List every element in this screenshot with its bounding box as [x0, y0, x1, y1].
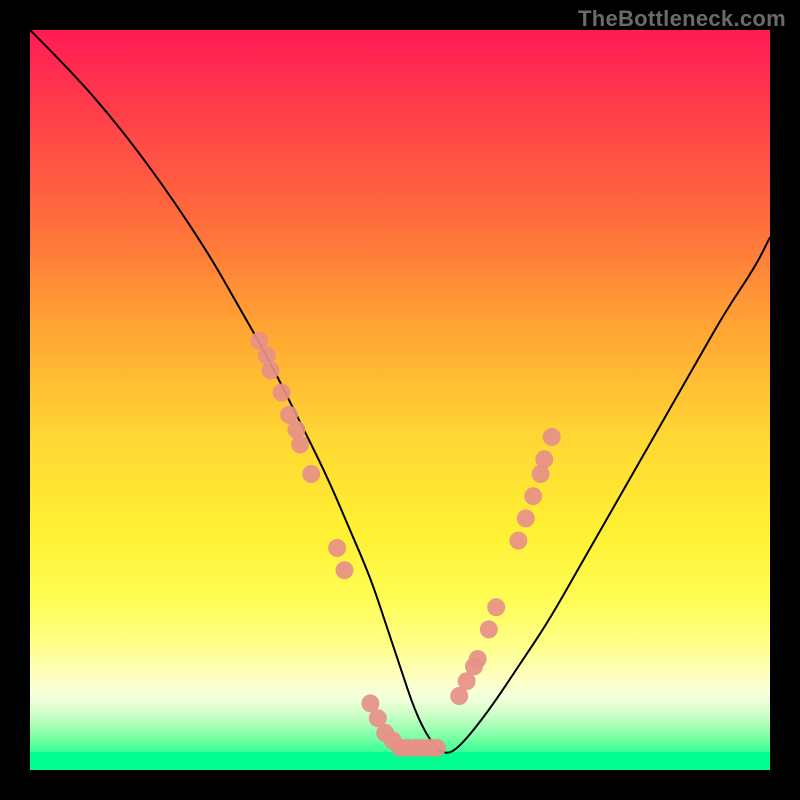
chart-frame: TheBottleneck.com: [0, 0, 800, 800]
curve-marker: [543, 428, 561, 446]
curve-marker: [328, 539, 346, 557]
plot-area: [30, 30, 770, 770]
curve-marker: [291, 435, 309, 453]
curve-marker: [517, 509, 535, 527]
curve-marker: [480, 620, 498, 638]
curve-marker: [336, 561, 354, 579]
curve-marker: [509, 532, 527, 550]
curve-marker: [302, 465, 320, 483]
curve-marker: [262, 361, 280, 379]
watermark-label: TheBottleneck.com: [578, 6, 786, 32]
curve-marker: [273, 384, 291, 402]
curve-marker: [487, 598, 505, 616]
curve-marker: [535, 450, 553, 468]
bottleneck-curve: [30, 30, 770, 753]
curve-svg: [30, 30, 770, 770]
curve-marker: [428, 739, 446, 757]
curve-marker: [469, 650, 487, 668]
marker-group: [250, 332, 560, 757]
curve-marker: [524, 487, 542, 505]
